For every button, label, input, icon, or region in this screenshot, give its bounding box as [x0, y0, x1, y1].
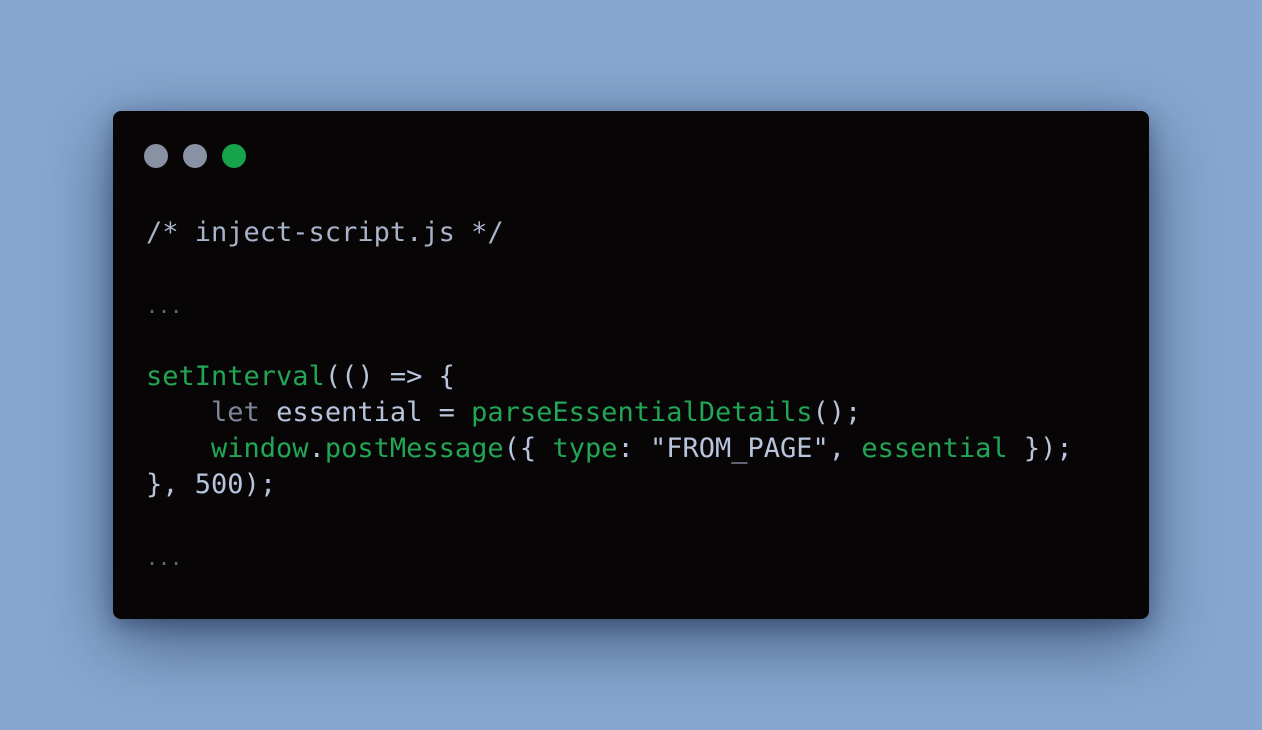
object-open: ({	[503, 433, 553, 464]
window-controls	[144, 144, 246, 168]
member-dot: .	[308, 433, 325, 464]
code-line-let: let essential = parseEssentialDetails();	[146, 395, 1073, 431]
essential-assignment: essential =	[259, 397, 472, 428]
essential-shorthand: essential	[861, 433, 1008, 464]
set-interval-args: (() => {	[324, 361, 455, 392]
code-window: /* inject-script.js */... setInterval(() …	[113, 111, 1149, 619]
let-keyword: let	[211, 397, 260, 428]
object-close: });	[1007, 433, 1073, 464]
interval-number: 500	[194, 469, 244, 500]
code-line-comment: /* inject-script.js */	[146, 215, 1073, 251]
code-line-ellipsis-top: ...	[146, 287, 1073, 323]
ellipsis-top: ...	[146, 294, 183, 318]
object-comma: ,	[828, 433, 862, 464]
closing-brace: },	[146, 469, 195, 500]
type-string: "FROM_PAGE"	[649, 433, 829, 464]
page-background: { "window": { "background": "#080506", "…	[0, 0, 1262, 730]
file-comment: /* inject-script.js */	[146, 217, 504, 248]
minimize-dot-icon[interactable]	[183, 144, 207, 168]
parse-fn: parseEssentialDetails	[471, 397, 813, 428]
set-interval-fn: setInterval	[146, 361, 325, 392]
close-dot-icon[interactable]	[144, 144, 168, 168]
code-line-post-message: window.postMessage({ type: "FROM_PAGE", …	[146, 431, 1073, 467]
code-line-ellipsis-bottom: ...	[146, 539, 1073, 575]
maximize-dot-icon[interactable]	[222, 144, 246, 168]
parse-call-parens: ();	[812, 397, 862, 428]
code-line-set-interval: setInterval(() => {	[146, 359, 1073, 395]
ellipsis-bottom: ...	[146, 546, 183, 570]
window-object: window	[211, 433, 309, 464]
code-block: /* inject-script.js */... setInterval(() …	[146, 215, 1073, 575]
code-line-close: }, 500);	[146, 467, 1073, 503]
closing-paren: );	[243, 469, 277, 500]
post-message-fn: postMessage	[324, 433, 504, 464]
type-colon: :	[617, 433, 650, 464]
type-key: type	[552, 433, 618, 464]
